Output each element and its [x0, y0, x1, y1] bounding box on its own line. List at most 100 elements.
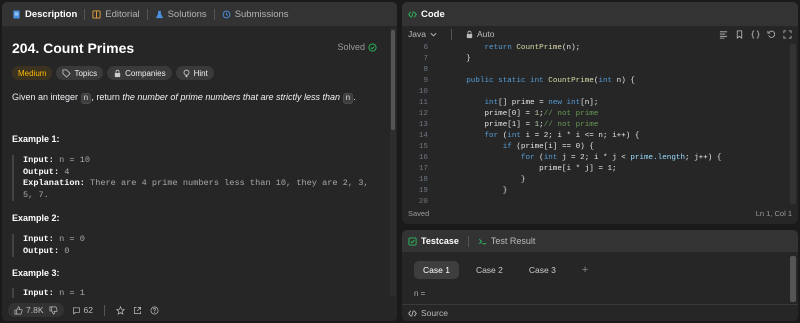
code-line: 20 [402, 197, 798, 207]
code-line: 15 if (prime[i] == 0) { [402, 142, 798, 152]
hint-button[interactable]: Hint [175, 66, 214, 80]
code-token: if [502, 143, 512, 151]
chevron-down-icon [430, 32, 437, 36]
code-line: 9 public static int CountPrime(int n) { [402, 76, 798, 86]
case-tab-2[interactable]: Case 2 [467, 261, 512, 279]
source-bar[interactable]: Source [402, 304, 798, 321]
autosave-label: Auto [476, 29, 495, 39]
braces-icon[interactable] [751, 29, 760, 39]
testcase-scrollbar[interactable] [790, 256, 796, 302]
tab-description[interactable]: Description [8, 9, 81, 20]
book-icon [92, 9, 101, 19]
help-icon[interactable] [150, 306, 159, 315]
checkbox-icon [408, 236, 417, 246]
code-status-bar: Saved Ln 1, Col 1 [402, 209, 798, 223]
lock-icon [114, 69, 121, 77]
line-number: 18 [418, 176, 428, 184]
code-line: 13 prime[1] = 1;// not prime [402, 120, 798, 130]
line-number: 10 [418, 88, 428, 96]
code-token: public static int [466, 77, 544, 85]
code-token: } [466, 55, 471, 63]
like-count: 7.8K [26, 305, 44, 315]
case-tab-3[interactable]: Case 3 [520, 261, 565, 279]
difficulty-badge: Medium [12, 66, 53, 80]
desc-emphasis: the number of prime numbers that are str… [122, 92, 340, 102]
testcase-input-label: n = [414, 289, 426, 298]
tab-editorial[interactable]: Editorial [88, 9, 143, 20]
line-number: 6 [423, 44, 428, 52]
code-editor[interactable]: 6 return CountPrime(n); 7 } 8 9 public s… [402, 42, 798, 207]
comment-count: 62 [83, 305, 93, 315]
line-number: 19 [418, 187, 428, 195]
tab-solutions[interactable]: Solutions [151, 9, 211, 20]
code-line: 6 return CountPrime(n); [402, 43, 798, 53]
divider [84, 8, 86, 20]
code-token: i = 2; i * i <= n; i++) { [520, 132, 640, 140]
like-button[interactable]: 7.8K [14, 305, 44, 315]
like-group: 7.8K [8, 303, 64, 317]
code-line: 12 prime[0] = 1;// not prime [402, 109, 798, 119]
code-line: 8 [402, 65, 798, 75]
flask-icon [155, 10, 163, 18]
code-token: prime.length [630, 154, 685, 162]
code-token: [n]; [580, 99, 599, 107]
description-scrollbar[interactable] [390, 28, 396, 296]
line-number: 17 [418, 165, 428, 173]
line-number: 15 [418, 143, 428, 151]
line-number: 16 [418, 154, 428, 162]
code-comment: // not prime [543, 121, 599, 129]
code-token: ( [534, 154, 544, 162]
input-value: n = 10 [53, 155, 91, 165]
problem-description: Given an integer n, return the number of… [12, 91, 382, 105]
companies-button[interactable]: Companies [107, 66, 172, 80]
output-label: Output: [23, 166, 60, 177]
example-line: Input: n = 10 [23, 155, 378, 167]
reset-icon[interactable] [767, 30, 776, 39]
topics-label: Topics [74, 68, 98, 78]
test-tabbar: Testcase Test Result [402, 230, 798, 252]
star-icon[interactable] [115, 305, 125, 315]
inline-code: n [80, 93, 92, 104]
badge-row: Medium Topics Companies Hint [12, 66, 214, 80]
desc-text: Given an integer [12, 92, 81, 102]
example-line: Output: 4 [23, 167, 378, 179]
scroll-thumb[interactable] [391, 30, 395, 130]
code-scrollbar[interactable] [790, 44, 796, 204]
code-token: (prime[i] == 0) { [511, 143, 594, 151]
testcase-panel: Testcase Test Result Case 1 Case 2 Case … [402, 230, 798, 321]
input-label: Input: [23, 234, 54, 244]
code-token: int [543, 154, 558, 162]
code-token: (n); [561, 44, 581, 52]
line-number: 8 [423, 66, 428, 74]
code-toolbar: Java Auto [402, 26, 798, 42]
format-icon[interactable] [719, 30, 728, 39]
companies-label: Companies [125, 68, 166, 78]
language-select[interactable]: Java [408, 29, 438, 39]
input-label: Input: [23, 288, 54, 298]
add-case-button[interactable]: + [573, 260, 597, 280]
share-icon[interactable] [133, 306, 142, 315]
tab-testcase[interactable]: Testcase [408, 236, 459, 246]
comments-button[interactable]: 62 [72, 305, 93, 315]
case-tab-1[interactable]: Case 1 [414, 261, 459, 279]
topics-button[interactable]: Topics [56, 66, 104, 80]
autosave-indicator[interactable]: Auto [465, 29, 495, 39]
code-token: ( [498, 132, 508, 140]
fullscreen-icon[interactable] [783, 29, 792, 39]
output-value: 0 [59, 245, 70, 256]
code-token: prime[1] = [484, 121, 535, 129]
tab-test-result-label: Test Result [490, 236, 536, 246]
example-line: Input: n = 1 [23, 288, 378, 298]
tab-submissions[interactable]: Submissions [218, 9, 293, 20]
bookmark-icon[interactable] [735, 29, 744, 39]
code-token: return [484, 44, 512, 52]
lightbulb-icon [183, 69, 190, 77]
divider [103, 304, 105, 316]
terminal-icon [478, 238, 486, 244]
tab-test-result[interactable]: Test Result [478, 236, 536, 246]
thumbs-down-icon[interactable] [49, 306, 58, 315]
code-actions [719, 29, 792, 39]
problem-title: 204. Count Primes [12, 40, 135, 56]
line-number: 12 [418, 110, 428, 118]
code-token: for [520, 154, 535, 162]
